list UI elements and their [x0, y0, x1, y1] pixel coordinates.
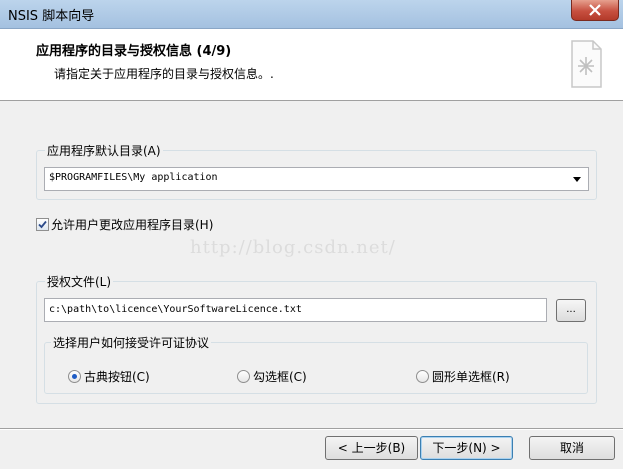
radio-radiobutton[interactable] — [416, 370, 429, 383]
footer-separator — [0, 428, 623, 430]
install-dir-group-label: 应用程序默认目录(A) — [45, 142, 163, 159]
radio-checkbox[interactable] — [237, 370, 250, 383]
checkmark-icon — [38, 220, 47, 229]
allow-change-checkbox[interactable] — [36, 218, 49, 231]
title-bar: NSIS 脚本向导 — [0, 0, 623, 29]
install-dir-combobox[interactable]: $PROGRAMFILES\My application — [44, 167, 589, 191]
allow-change-label[interactable]: 允许用户更改应用程序目录(H) — [51, 216, 213, 233]
license-path-value: c:\path\to\licence\YourSoftwareLicence.t… — [49, 304, 302, 315]
browse-button[interactable]: ... — [556, 299, 586, 322]
license-path-input[interactable]: c:\path\to\licence\YourSoftwareLicence.t… — [44, 298, 547, 322]
page-title: 应用程序的目录与授权信息 (4/9) — [36, 44, 232, 59]
next-button[interactable]: 下一步(N) > — [420, 436, 513, 460]
radio-classic-label[interactable]: 古典按钮(C) — [84, 368, 150, 385]
radio-classic-button[interactable] — [68, 370, 81, 383]
install-dir-value: $PROGRAMFILES\My application — [49, 172, 218, 183]
radio-radiobutton-label[interactable]: 圆形单选框(R) — [432, 368, 510, 385]
close-button[interactable] — [571, 0, 619, 21]
close-icon — [589, 4, 601, 16]
window-title: NSIS 脚本向导 — [8, 9, 95, 24]
wizard-header: 应用程序的目录与授权信息 (4/9) 请指定关于应用程序的目录与授权信息。. — [0, 29, 623, 101]
page-subtitle: 请指定关于应用程序的目录与授权信息。. — [54, 67, 274, 81]
cancel-button[interactable]: 取消 — [529, 436, 615, 460]
wizard-document-icon — [571, 40, 602, 88]
accept-method-group-label: 选择用户如何接受许可证协议 — [51, 334, 212, 351]
chevron-down-icon[interactable] — [573, 177, 581, 182]
license-group-label: 授权文件(L) — [45, 273, 114, 290]
watermark: http://blog.csdn.net/ — [190, 237, 396, 258]
radio-checkbox-label[interactable]: 勾选框(C) — [253, 368, 307, 385]
back-button[interactable]: < 上一步(B) — [325, 436, 418, 460]
